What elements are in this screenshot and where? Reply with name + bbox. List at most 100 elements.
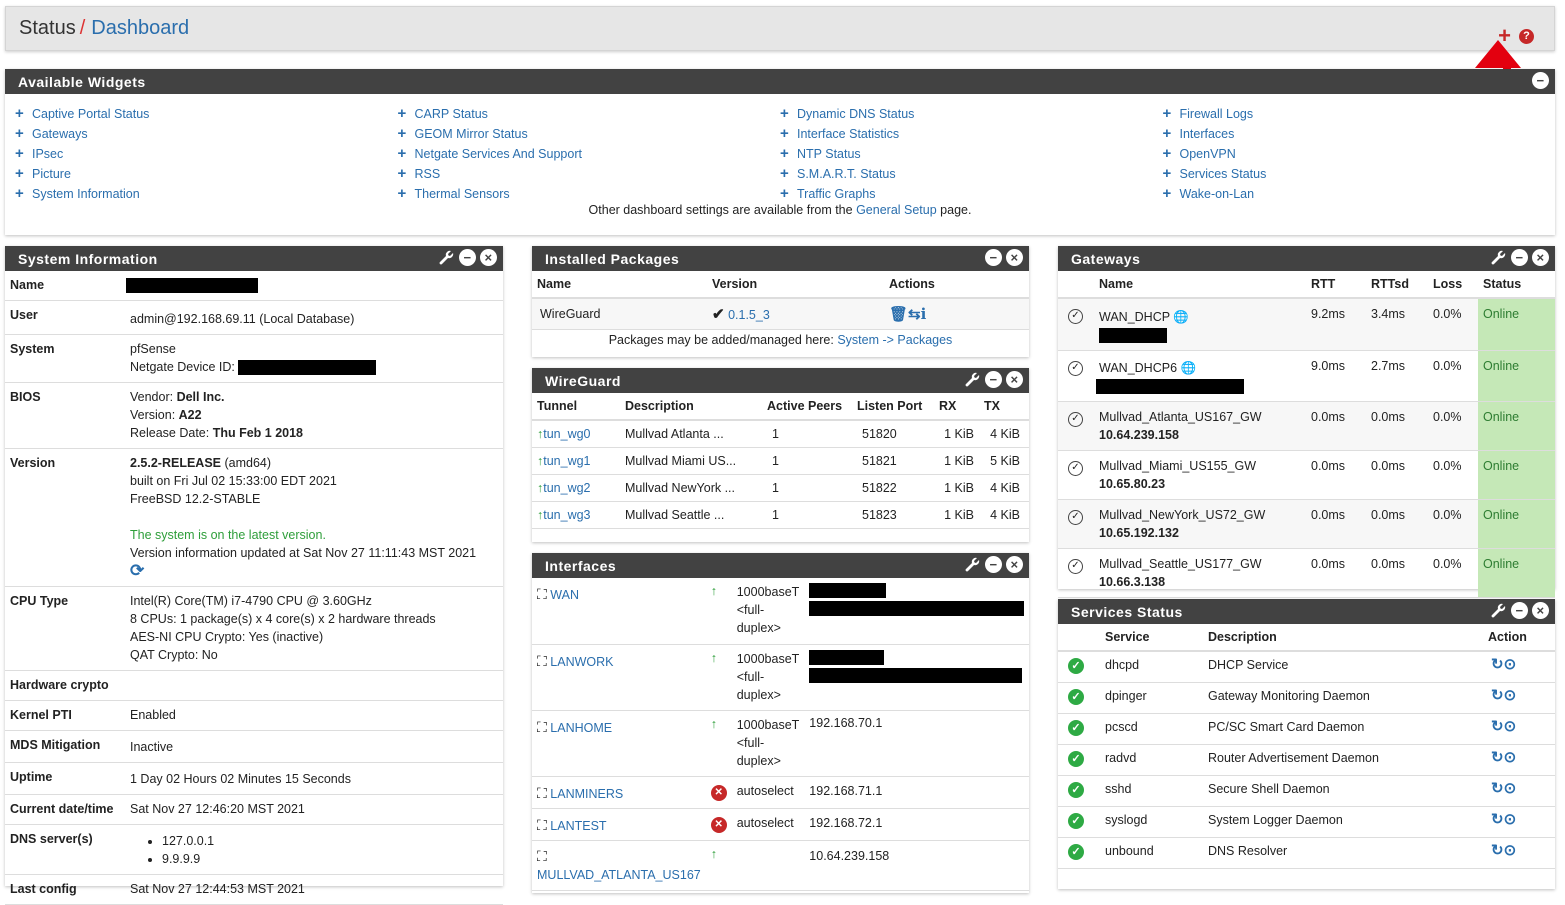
widget-link[interactable]: + OpenVPN bbox=[1163, 144, 1546, 164]
widget-link[interactable]: + Captive Portal Status bbox=[15, 104, 398, 124]
redacted-block bbox=[809, 583, 887, 598]
widget-link[interactable]: + Interface Statistics bbox=[780, 124, 1163, 144]
table-row: Kernel PTI Enabled bbox=[5, 700, 503, 731]
stop-icon[interactable]: ⊙ bbox=[1504, 780, 1517, 797]
widget-link[interactable]: + IPsec bbox=[15, 144, 398, 164]
stop-icon[interactable]: ⊙ bbox=[1504, 687, 1517, 704]
check-circle-icon: ✓ bbox=[1068, 309, 1083, 324]
restart-icon[interactable]: ↻ bbox=[1491, 842, 1504, 859]
widget-link[interactable]: + Firewall Logs bbox=[1163, 104, 1546, 124]
widget-link[interactable]: + Dynamic DNS Status bbox=[780, 104, 1163, 124]
wrench-icon[interactable] bbox=[964, 556, 981, 573]
table-row: ⛶ MULLVAD_ATLANTA_US167 ↑ 10.64.239.158 bbox=[532, 840, 1029, 891]
check-circle-icon: ✓ bbox=[1068, 843, 1084, 860]
interface-link[interactable]: LANHOME bbox=[550, 721, 612, 735]
widget-link[interactable]: + GEOM Mirror Status bbox=[398, 124, 781, 144]
collapse-icon[interactable]: − bbox=[985, 556, 1002, 573]
collapse-icon[interactable]: − bbox=[985, 249, 1002, 266]
widgets-footer: Other dashboard settings are available f… bbox=[588, 203, 972, 217]
breadcrumb-dashboard[interactable]: Dashboard bbox=[91, 17, 189, 40]
interface-link[interactable]: MULLVAD_ATLANTA_US167 bbox=[537, 868, 701, 882]
interface-link[interactable]: LANTEST bbox=[550, 819, 606, 833]
wrench-icon[interactable] bbox=[438, 249, 455, 266]
widget-link[interactable]: + Interfaces bbox=[1163, 124, 1546, 144]
services-status-header: Services Status − × bbox=[1058, 599, 1555, 624]
widget-link[interactable]: + NTP Status bbox=[780, 144, 1163, 164]
interface-link[interactable]: LANMINERS bbox=[550, 787, 623, 801]
widget-link[interactable]: + System Information bbox=[15, 184, 398, 204]
tunnel-link[interactable]: tun_wg1 bbox=[543, 454, 590, 468]
trash-icon[interactable]: 🗑 bbox=[889, 306, 908, 323]
widget-link[interactable]: + RSS bbox=[398, 164, 781, 184]
table-row: ✓ syslogd System Logger Daemon ↻⊙ bbox=[1058, 806, 1555, 838]
packages-footer: Packages may be added/managed here: Syst… bbox=[608, 333, 953, 347]
table-row: ⛶ LANTEST ✕ autoselect 192.168.72.1 bbox=[532, 808, 1029, 841]
wrench-icon[interactable] bbox=[964, 371, 981, 388]
plus-icon: + bbox=[15, 125, 24, 142]
wrench-icon[interactable] bbox=[1490, 249, 1507, 266]
close-icon[interactable]: × bbox=[1532, 249, 1549, 266]
widget-link[interactable]: + Netgate Services And Support bbox=[398, 144, 781, 164]
collapse-icon[interactable]: − bbox=[985, 371, 1002, 388]
check-circle-icon: ✓ bbox=[1068, 510, 1083, 525]
tunnel-link[interactable]: tun_wg3 bbox=[543, 508, 590, 522]
restart-icon[interactable]: ↻ bbox=[1491, 656, 1504, 673]
reinstall-icon[interactable]: ⇆ bbox=[908, 306, 921, 323]
redacted-block bbox=[238, 360, 377, 376]
table-row: WireGuard ✔ 0.1.5_3 🗑⇆i bbox=[532, 298, 1029, 330]
stop-icon[interactable]: ⊙ bbox=[1504, 842, 1517, 859]
available-widgets-panel: Available Widgets − + Captive Portal Stat… bbox=[5, 69, 1555, 235]
restart-icon[interactable]: ↻ bbox=[1491, 718, 1504, 735]
widget-link[interactable]: + Wake-on-Lan bbox=[1163, 184, 1546, 204]
stop-icon[interactable]: ⊙ bbox=[1504, 718, 1517, 735]
widget-link[interactable]: + Thermal Sensors bbox=[398, 184, 781, 204]
widget-link[interactable]: + Gateways bbox=[15, 124, 398, 144]
panel-title: Gateways bbox=[1071, 250, 1141, 267]
widget-link[interactable]: + Services Status bbox=[1163, 164, 1546, 184]
panel-title: Interfaces bbox=[545, 557, 617, 574]
refresh-icon[interactable]: ⟳ bbox=[130, 562, 498, 580]
status-badge: Online bbox=[1478, 450, 1555, 500]
interface-link[interactable]: WAN bbox=[550, 588, 579, 602]
table-row: ↑tun_wg0 Mullvad Atlanta ... 1 51820 1 KiB 4 … bbox=[532, 420, 1029, 448]
breadcrumb: Status / Dashboard + ? bbox=[5, 6, 1555, 51]
collapse-icon[interactable]: − bbox=[1511, 602, 1528, 619]
general-setup-link[interactable]: General Setup bbox=[856, 203, 937, 217]
stop-icon[interactable]: ⊙ bbox=[1504, 656, 1517, 673]
interface-link[interactable]: LANWORK bbox=[550, 655, 613, 669]
widget-link[interactable]: + S.M.A.R.T. Status bbox=[780, 164, 1163, 184]
table-row: ↑tun_wg2 Mullvad NewYork ... 1 51822 1 KiB 4 … bbox=[532, 474, 1029, 502]
system-packages-link[interactable]: System -> Packages bbox=[837, 333, 952, 347]
stop-icon[interactable]: ⊙ bbox=[1504, 811, 1517, 828]
check-circle-icon: ✓ bbox=[1068, 412, 1083, 427]
restart-icon[interactable]: ↻ bbox=[1491, 749, 1504, 766]
table-row: ✓ WAN_DHCP 🌐 9.2ms 3.4ms 0.0% Online bbox=[1058, 298, 1555, 351]
info-icon[interactable]: i bbox=[921, 305, 927, 323]
collapse-icon[interactable]: − bbox=[1532, 72, 1549, 89]
collapse-icon[interactable]: − bbox=[459, 249, 476, 266]
collapse-icon[interactable]: − bbox=[1511, 249, 1528, 266]
close-icon[interactable]: × bbox=[1006, 371, 1023, 388]
status-badge: Online bbox=[1478, 298, 1555, 351]
table-row: ✓ dhcpd DHCP Service ↻⊙ bbox=[1058, 651, 1555, 683]
restart-icon[interactable]: ↻ bbox=[1491, 780, 1504, 797]
restart-icon[interactable]: ↻ bbox=[1491, 811, 1504, 828]
plus-icon: + bbox=[15, 185, 24, 202]
restart-icon[interactable]: ↻ bbox=[1491, 687, 1504, 704]
version-link[interactable]: 0.1.5_3 bbox=[728, 308, 770, 322]
tunnel-link[interactable]: tun_wg0 bbox=[543, 427, 590, 441]
stop-icon[interactable]: ⊙ bbox=[1504, 749, 1517, 766]
widget-link[interactable]: + Picture bbox=[15, 164, 398, 184]
plus-icon: + bbox=[1162, 185, 1172, 202]
tunnel-link[interactable]: tun_wg2 bbox=[543, 481, 590, 495]
widget-link[interactable]: + CARP Status bbox=[398, 104, 781, 124]
close-icon[interactable]: × bbox=[1006, 556, 1023, 573]
widget-link[interactable]: + Traffic Graphs bbox=[780, 184, 1163, 204]
close-icon[interactable]: × bbox=[1006, 249, 1023, 266]
close-icon[interactable]: × bbox=[1532, 602, 1549, 619]
wrench-icon[interactable] bbox=[1490, 602, 1507, 619]
close-icon[interactable]: × bbox=[480, 249, 497, 266]
plus-icon: + bbox=[15, 105, 24, 122]
redacted-block bbox=[1099, 328, 1167, 344]
plus-icon: + bbox=[780, 105, 789, 122]
